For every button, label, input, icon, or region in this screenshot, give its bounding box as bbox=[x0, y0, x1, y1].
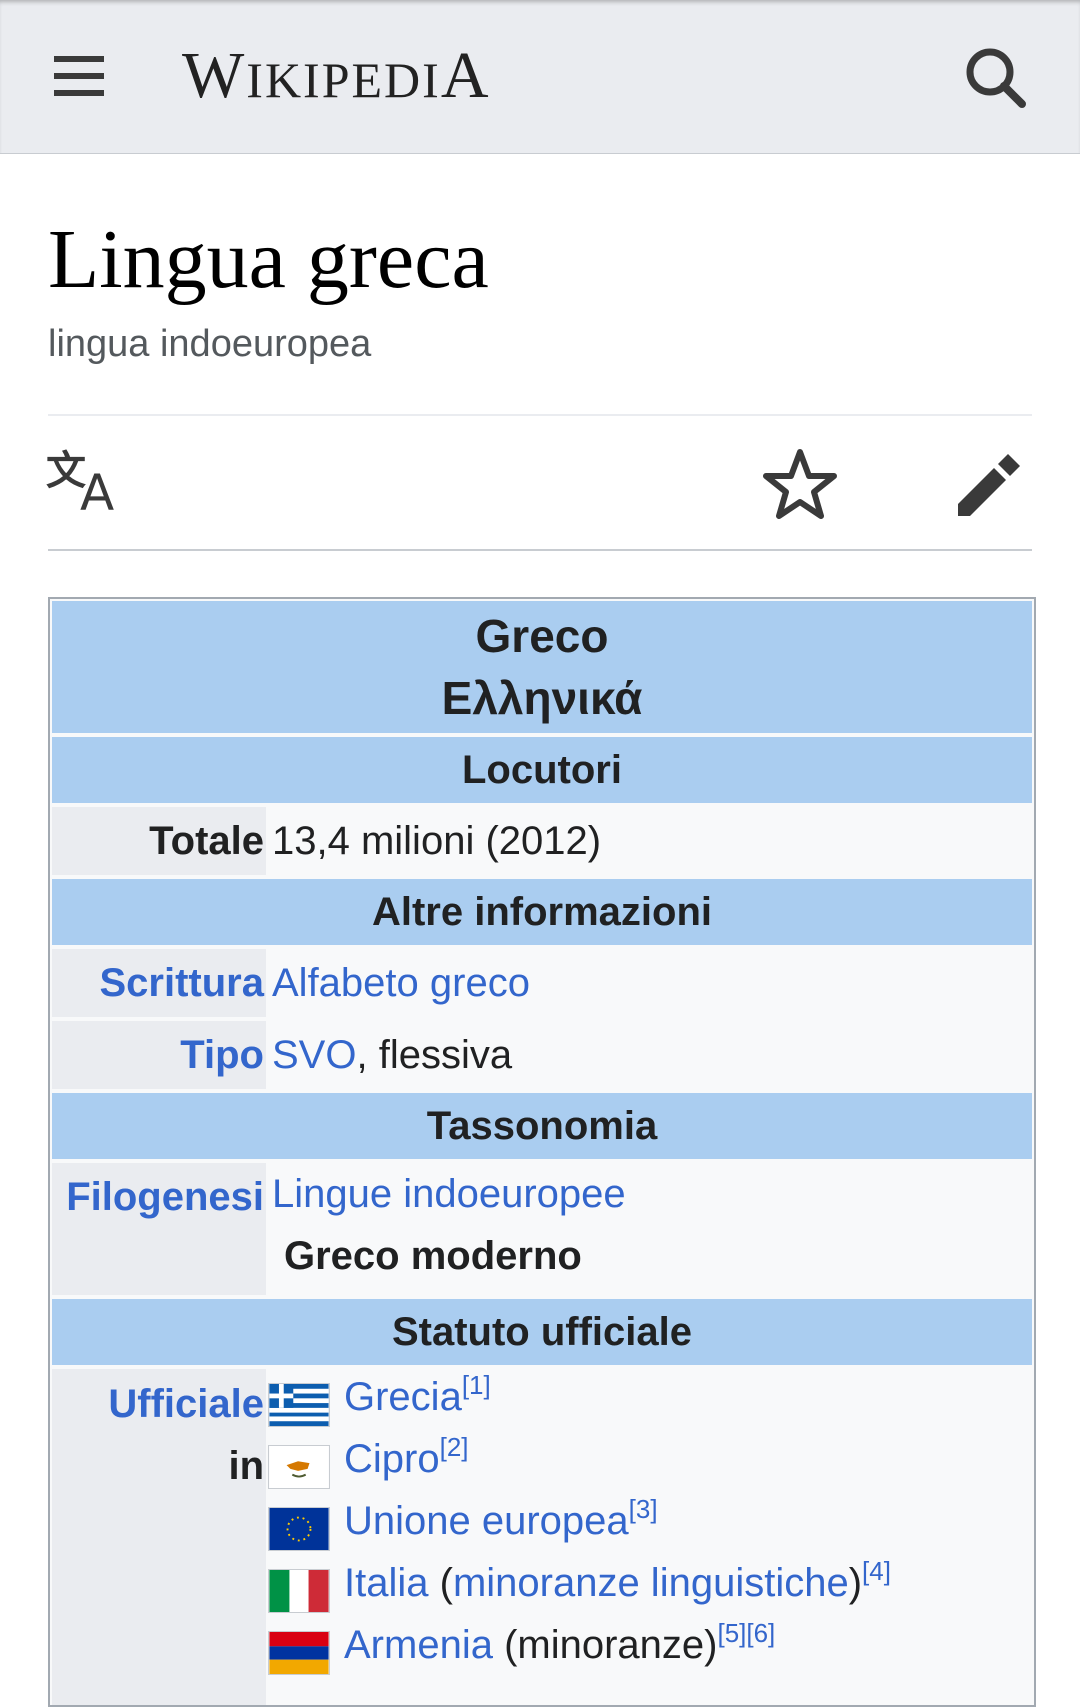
section-header-locutori: Locutori bbox=[52, 737, 1032, 803]
greece-flag-icon bbox=[268, 1383, 330, 1427]
wikipedia-logo[interactable]: WIKIPEDIA bbox=[182, 38, 491, 114]
hamburger-menu-icon[interactable] bbox=[44, 46, 114, 106]
minoranze-linguistiche-link[interactable]: minoranze linguistiche bbox=[453, 1561, 849, 1605]
greco-moderno-text: Greco moderno bbox=[284, 1234, 582, 1278]
paren-open: ( bbox=[428, 1561, 453, 1605]
infobox-title-line2: Ελληνικά bbox=[441, 672, 643, 724]
ref-link[interactable]: [3] bbox=[629, 1494, 658, 1524]
ref-link[interactable]: [2] bbox=[440, 1432, 469, 1462]
star-icon[interactable] bbox=[760, 446, 840, 522]
scrittura-link[interactable]: Scrittura bbox=[52, 949, 266, 1017]
row-totale: Totale 13,4 milioni (2012) bbox=[52, 807, 1032, 875]
search-icon[interactable] bbox=[958, 40, 1034, 116]
svo-link[interactable]: SVO bbox=[272, 1033, 356, 1077]
infobox-title-line1: Greco bbox=[475, 610, 609, 662]
armenia-flag-icon bbox=[268, 1631, 330, 1675]
infobox-title: Greco Ελληνικά bbox=[52, 601, 1032, 733]
page-title: Lingua greca bbox=[48, 213, 489, 306]
top-bar: WIKIPEDIA bbox=[0, 0, 1080, 154]
armenia-link[interactable]: Armenia bbox=[344, 1623, 493, 1667]
section-header-statuto-ufficiale: Statuto ufficiale bbox=[52, 1299, 1032, 1365]
cipro-link[interactable]: Cipro bbox=[344, 1437, 440, 1481]
row-filogenesi: Filogenesi Lingue indoeuropee Greco mode… bbox=[52, 1163, 1032, 1295]
armenia-note: (minoranze) bbox=[492, 1623, 718, 1667]
pencil-icon[interactable] bbox=[952, 446, 1028, 522]
lingue-indoeuropee-link[interactable]: Lingue indoeuropee bbox=[272, 1172, 626, 1216]
grecia-link[interactable]: Grecia bbox=[344, 1375, 462, 1419]
section-header-altre-informazioni: Altre informazioni bbox=[52, 879, 1032, 945]
ufficiale-link[interactable]: Ufficiale bbox=[52, 1373, 264, 1435]
row-ufficiale-in: Ufficiale in Grecia[1] Cipro[2] Unione e… bbox=[52, 1369, 1032, 1705]
ref-link[interactable]: [4] bbox=[862, 1556, 891, 1586]
in-text: in bbox=[228, 1444, 264, 1488]
page-description: lingua indoeuropea bbox=[48, 323, 372, 365]
row-scrittura: Scrittura Alfabeto greco bbox=[52, 949, 1032, 1017]
eu-flag-icon bbox=[268, 1507, 330, 1551]
tipo-text: , flessiva bbox=[356, 1033, 513, 1077]
section-header-tassonomia: Tassonomia bbox=[52, 1093, 1032, 1159]
ref-link[interactable]: [5][6] bbox=[717, 1618, 775, 1648]
divider bbox=[48, 414, 1032, 416]
row-value: 13,4 milioni (2012) bbox=[272, 819, 602, 863]
tipo-link[interactable]: Tipo bbox=[52, 1021, 266, 1089]
row-label: Totale bbox=[52, 807, 266, 875]
svg-text:A: A bbox=[80, 464, 114, 516]
filogenesi-link[interactable]: Filogenesi bbox=[52, 1163, 266, 1295]
ref-link[interactable]: [1] bbox=[462, 1370, 491, 1400]
alfabeto-greco-link[interactable]: Alfabeto greco bbox=[272, 961, 530, 1005]
italy-flag-icon bbox=[268, 1569, 330, 1613]
translate-icon[interactable]: 文 A bbox=[46, 446, 126, 522]
italia-link[interactable]: Italia bbox=[344, 1561, 429, 1605]
paren-close: ) bbox=[848, 1561, 863, 1605]
divider bbox=[48, 549, 1032, 551]
row-tipo: Tipo SVO, flessiva bbox=[52, 1021, 1032, 1089]
unione-europea-link[interactable]: Unione europea bbox=[344, 1499, 629, 1543]
infobox: Greco Ελληνικά Locutori Totale 13,4 mili… bbox=[48, 597, 1036, 1707]
ufficiale-in-label: Ufficiale in bbox=[52, 1369, 266, 1705]
cyprus-flag-icon bbox=[268, 1445, 330, 1489]
